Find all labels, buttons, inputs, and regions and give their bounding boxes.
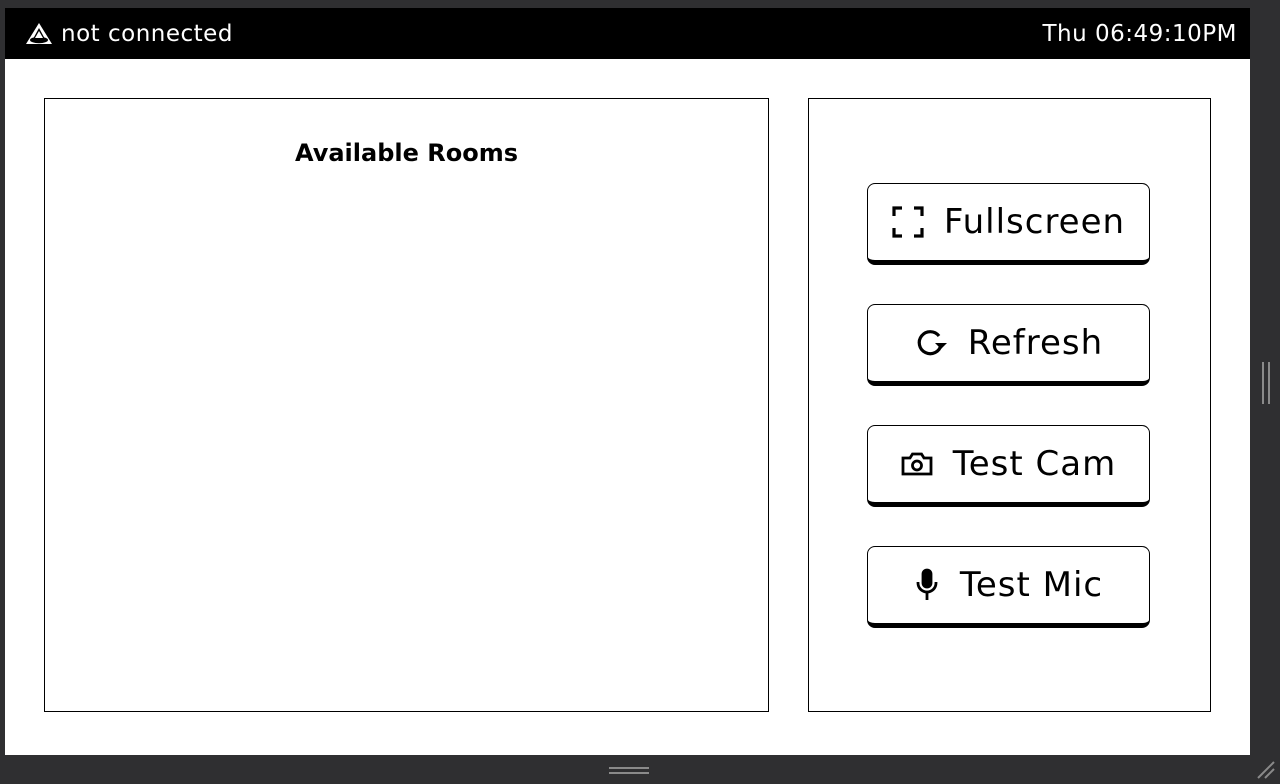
actions-panel: Fullscreen Refresh Test Cam Test Mic <box>808 98 1211 712</box>
fullscreen-button[interactable]: Fullscreen <box>867 183 1150 265</box>
refresh-button-label: Refresh <box>967 323 1104 363</box>
refresh-button[interactable]: Refresh <box>867 304 1150 386</box>
connection-status-text: not connected <box>61 20 233 47</box>
test-cam-button-label: Test Cam <box>952 444 1117 484</box>
test-mic-button-label: Test Mic <box>959 565 1104 605</box>
rooms-list <box>65 199 748 689</box>
bottom-resize-handle[interactable] <box>609 767 649 777</box>
rooms-title: Available Rooms <box>295 139 518 167</box>
refresh-icon <box>914 326 948 360</box>
connection-status: not connected <box>25 8 233 59</box>
app-window: not connected Thu 06:49:10PM Available R… <box>5 8 1250 755</box>
status-bar: not connected Thu 06:49:10PM <box>5 8 1250 59</box>
camera-icon <box>901 451 933 477</box>
cone-logo-icon <box>25 22 53 46</box>
fullscreen-icon <box>892 206 924 238</box>
fullscreen-button-label: Fullscreen <box>943 202 1126 242</box>
available-rooms-panel: Available Rooms <box>44 98 769 712</box>
test-mic-button[interactable]: Test Mic <box>867 546 1150 628</box>
side-resize-handle[interactable] <box>1262 362 1272 404</box>
clock: Thu 06:49:10PM <box>1042 20 1237 47</box>
resize-grip-icon[interactable] <box>1256 760 1276 780</box>
microphone-icon <box>914 568 940 602</box>
test-cam-button[interactable]: Test Cam <box>867 425 1150 507</box>
